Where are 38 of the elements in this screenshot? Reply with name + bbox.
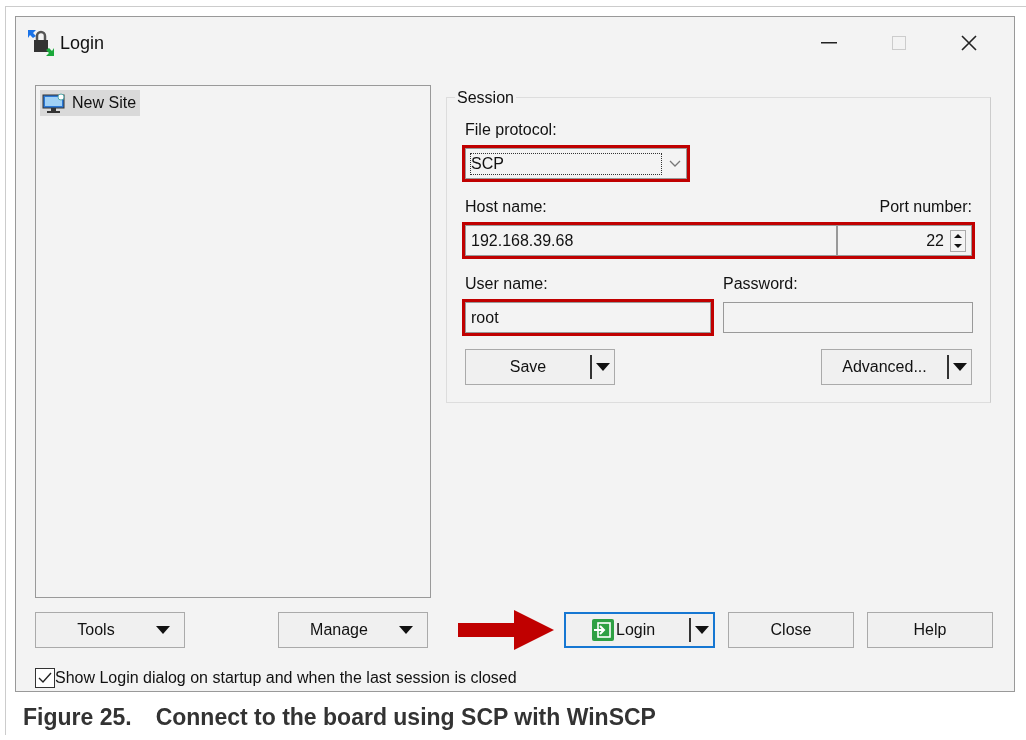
startup-checkbox[interactable] xyxy=(35,668,55,688)
field-label: User name: xyxy=(465,274,548,294)
field-label: File protocol: xyxy=(465,120,557,140)
field-label: Host name: xyxy=(465,197,547,217)
protocol-dropdown[interactable]: SCP xyxy=(465,148,687,179)
caret-icon xyxy=(596,363,610,371)
dialog-button[interactable]: Login xyxy=(564,612,715,648)
host-field[interactable]: 192.168.39.68 xyxy=(465,225,837,256)
pointer-arrow-icon xyxy=(458,608,554,652)
close-icon xyxy=(961,35,977,51)
advanced-button[interactable]: Advanced... xyxy=(821,349,972,385)
dialog-button[interactable]: Close xyxy=(728,612,854,648)
figure-caption: Connect to the board using SCP with WinSCP xyxy=(155,703,656,732)
user-field[interactable]: root xyxy=(465,302,711,333)
port-field[interactable]: 22 xyxy=(837,225,972,256)
chevron-icon xyxy=(669,160,681,167)
maximize-icon xyxy=(892,36,906,50)
dialog-button[interactable]: Help xyxy=(867,612,993,648)
save-button[interactable]: Save xyxy=(465,349,615,385)
app-icon xyxy=(28,30,54,56)
checkbox-label[interactable]: Show Login dialog on startup and when the last session is closed xyxy=(55,666,517,690)
dialog-button[interactable]: Tools xyxy=(35,612,185,648)
dialog-button[interactable]: Manage xyxy=(278,612,428,648)
caret-icon xyxy=(399,626,413,634)
check-icon xyxy=(38,672,52,684)
field-label: Password: xyxy=(723,274,798,294)
site-item[interactable]: New Site xyxy=(40,90,141,116)
caret-icon xyxy=(953,363,967,371)
caret-icon xyxy=(695,626,709,634)
figure-number: Figure 25. xyxy=(23,703,132,732)
monitor-icon xyxy=(42,93,66,113)
password-field[interactable] xyxy=(723,302,973,333)
login-icon xyxy=(592,619,614,641)
spin-icon xyxy=(950,229,966,252)
caret-icon xyxy=(156,626,170,634)
field-label: Port number: xyxy=(879,197,972,217)
minimize-icon xyxy=(821,42,837,44)
window-title: Login xyxy=(60,31,105,55)
